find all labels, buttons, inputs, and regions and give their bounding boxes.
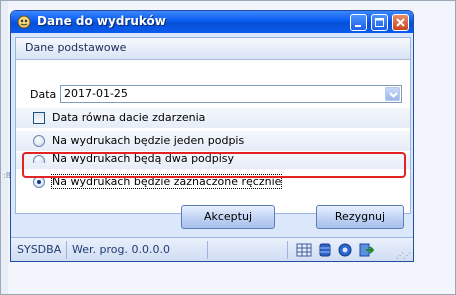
chevron-down-icon — [389, 92, 398, 98]
status-separator — [66, 241, 67, 259]
grid-icon[interactable] — [296, 242, 312, 258]
radio-one-signature-label: Na wydrukach będzie jeden podpis — [52, 134, 245, 147]
tab-dane-podstawowe[interactable]: Dane podstawowe — [16, 38, 135, 59]
accept-button[interactable]: Akceptuj — [181, 205, 275, 229]
status-separator — [287, 241, 288, 259]
date-label: Data — [30, 88, 57, 101]
status-separator — [207, 241, 208, 259]
outer-frame: :8 Dane do wydruków Dane podstawowe Data… — [0, 0, 456, 295]
date-dropdown-button[interactable] — [385, 87, 400, 101]
status-version: Wer. prog. 0.0.0.0 — [72, 243, 170, 256]
tab-panel: Dane podstawowe Data 2017-01-25 Data rów… — [15, 37, 411, 214]
status-user: SYSDBA — [17, 243, 62, 256]
dialog-window: Dane do wydruków Dane podstawowe Data 20… — [10, 10, 414, 262]
window-title: Dane do wydruków — [37, 14, 166, 28]
date-equal-checkbox[interactable] — [33, 112, 45, 124]
database-icon[interactable] — [317, 242, 333, 258]
maximize-icon — [375, 18, 384, 27]
date-field[interactable]: 2017-01-25 — [60, 85, 402, 103]
background-strip — [1, 1, 8, 294]
minimize-button[interactable] — [350, 14, 367, 31]
close-button[interactable] — [392, 14, 409, 31]
close-icon — [396, 18, 405, 27]
tab-header: Dane podstawowe — [16, 38, 410, 60]
minimize-icon — [355, 25, 361, 27]
highlight-box — [22, 152, 406, 178]
radio-one-signature[interactable] — [33, 135, 45, 147]
exit-icon[interactable] — [358, 242, 374, 258]
date-value: 2017-01-25 — [64, 87, 128, 100]
title-bar[interactable]: Dane do wydruków — [11, 11, 413, 33]
cancel-button[interactable]: Rezygnuj — [316, 205, 404, 229]
status-bar: SYSDBA Wer. prog. 0.0.0.0 ⋰⋰ — [11, 237, 413, 261]
gear-icon[interactable] — [337, 242, 353, 258]
app-icon — [17, 15, 31, 29]
resize-grip[interactable]: ⋰⋰ — [396, 251, 411, 260]
radio-selected-dot — [37, 180, 41, 184]
date-equal-checkbox-label: Data równa dacie zdarzenia — [52, 111, 206, 124]
maximize-button[interactable] — [371, 14, 388, 31]
